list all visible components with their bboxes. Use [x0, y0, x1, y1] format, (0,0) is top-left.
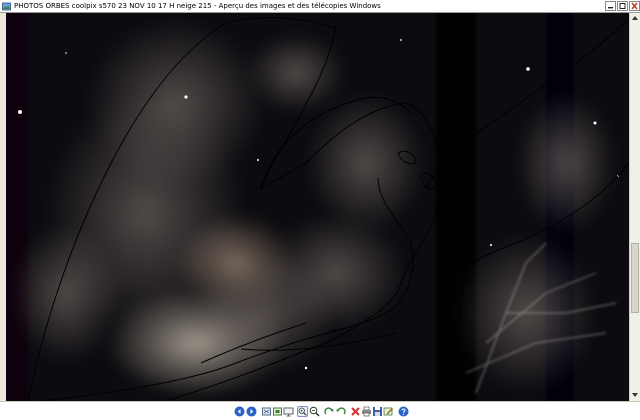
viewer-toolbar: [0, 401, 640, 420]
save-icon: [373, 407, 382, 416]
zoom-out-button[interactable]: [309, 406, 320, 417]
minimize-icon: [608, 7, 613, 9]
maximize-icon: [619, 3, 626, 9]
image-viewport: [6, 13, 629, 401]
print-icon: [362, 406, 371, 417]
title-bar: PHOTOS ORBES coolpix s570 23 NOV 10 17 H…: [0, 0, 640, 13]
slideshow-icon: [283, 407, 294, 417]
save-copy-button[interactable]: [372, 406, 383, 417]
edit-icon: [383, 407, 394, 416]
minimize-button[interactable]: [605, 1, 616, 11]
rotate-clockwise-icon: [324, 407, 334, 415]
best-fit-icon: [262, 407, 271, 416]
scrollbar-thumb[interactable]: [631, 243, 639, 313]
close-button[interactable]: [629, 1, 640, 11]
zoom-in-icon: [298, 407, 307, 416]
close-icon: [631, 2, 638, 10]
arrow-up-icon[interactable]: [630, 13, 640, 23]
rotate-counterclockwise-icon: [336, 407, 346, 415]
zoom-out-icon: [309, 406, 320, 417]
window-title: PHOTOS ORBES coolpix s570 23 NOV 10 17 H…: [14, 2, 381, 10]
rotate-counterclockwise-button[interactable]: [335, 406, 346, 417]
next-icon: [246, 406, 257, 417]
actual-size-button[interactable]: [272, 406, 283, 417]
rotate-clockwise-button[interactable]: [324, 406, 335, 417]
picture-viewer-icon: [2, 2, 11, 11]
maximize-button[interactable]: [617, 1, 628, 11]
night-snow-photo: [6, 13, 629, 401]
best-fit-button[interactable]: [261, 406, 272, 417]
delete-button[interactable]: [350, 406, 361, 417]
delete-icon: [351, 407, 360, 416]
help-button[interactable]: [398, 406, 409, 417]
print-button[interactable]: [361, 406, 372, 417]
previous-icon: [234, 406, 245, 417]
vertical-scrollbar[interactable]: [629, 13, 640, 401]
zoom-in-button[interactable]: [297, 406, 308, 417]
help-icon: [398, 406, 409, 417]
next-image-button[interactable]: [246, 406, 257, 417]
arrow-down-icon[interactable]: [630, 390, 640, 400]
actual-size-icon: [273, 407, 282, 416]
slideshow-button[interactable]: [283, 406, 294, 417]
open-editor-button[interactable]: [383, 406, 394, 417]
previous-image-button[interactable]: [234, 406, 245, 417]
